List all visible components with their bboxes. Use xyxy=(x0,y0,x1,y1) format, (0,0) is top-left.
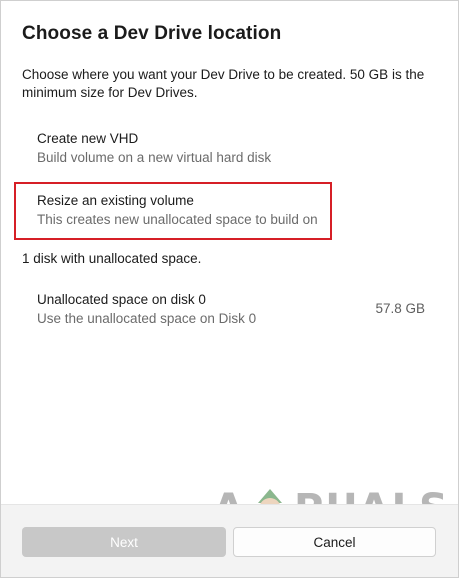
option-subtitle: Use the unallocated space on Disk 0 xyxy=(37,311,257,326)
option-title: Unallocated space on disk 0 xyxy=(37,292,206,307)
dialog-title: Choose a Dev Drive location xyxy=(22,23,282,44)
dev-drive-location-dialog: Choose a Dev Drive location Choose where… xyxy=(0,0,459,578)
option-subtitle: Build volume on a new virtual hard disk xyxy=(37,150,272,165)
cancel-button[interactable]: Cancel xyxy=(233,527,436,557)
dialog-footer: Next Cancel xyxy=(1,504,458,577)
option-unallocated-disk-0[interactable]: Unallocated space on disk 0 Use the unal… xyxy=(15,282,435,334)
option-title: Create new VHD xyxy=(37,131,139,146)
next-button[interactable]: Next xyxy=(22,527,226,557)
option-resize-existing-volume[interactable]: Resize an existing volume This creates n… xyxy=(15,183,435,235)
disk-size: 57.8 GB xyxy=(375,301,425,316)
option-subtitle: This creates new unallocated space to bu… xyxy=(37,212,318,227)
dialog-description: Choose where you want your Dev Drive to … xyxy=(22,67,425,100)
unallocated-disks-label: 1 disk with unallocated space. xyxy=(22,251,202,266)
option-title: Resize an existing volume xyxy=(37,193,194,208)
option-create-new-vhd[interactable]: Create new VHD Build volume on a new vir… xyxy=(15,121,435,173)
